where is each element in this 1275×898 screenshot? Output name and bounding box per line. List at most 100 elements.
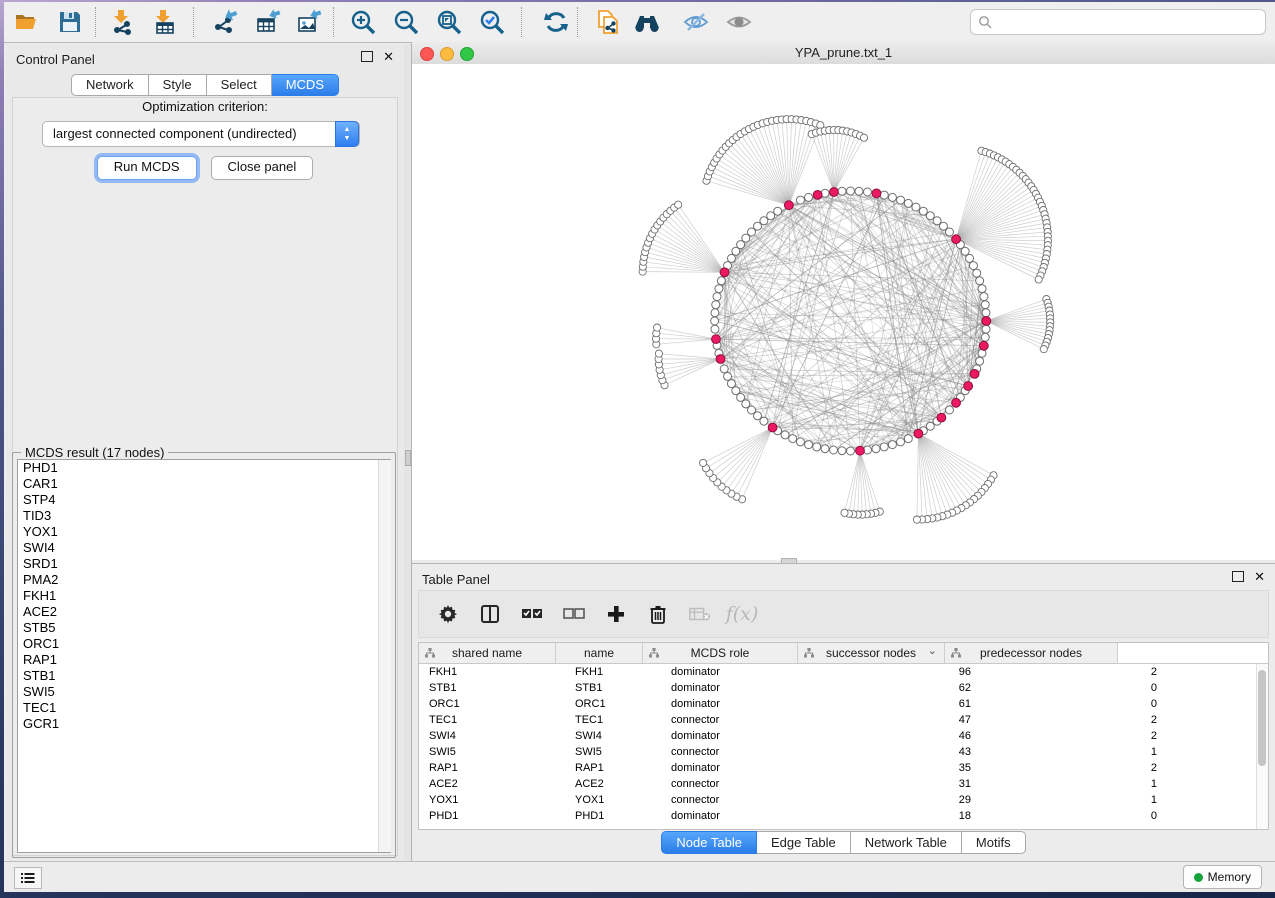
leaf-node[interactable]	[913, 516, 920, 523]
ring-node[interactable]	[715, 285, 723, 293]
network-window-titlebar[interactable]: YPA_prune.txt_1	[412, 42, 1275, 65]
leaf-node[interactable]	[700, 459, 707, 466]
mcds-hub-node[interactable]	[979, 341, 988, 350]
import-table-icon[interactable]	[152, 9, 178, 35]
zoom-out-icon[interactable]	[393, 9, 419, 35]
mcds-hub-node[interactable]	[716, 355, 725, 364]
export-network-icon[interactable]	[212, 9, 238, 35]
ring-node[interactable]	[713, 293, 721, 301]
ring-node[interactable]	[880, 443, 888, 451]
column-header-name[interactable]: name	[556, 643, 643, 663]
ring-node[interactable]	[830, 446, 838, 454]
mcds-result-item[interactable]: STP4	[18, 492, 390, 508]
optimization-criterion-select[interactable]: largest connected component (undirected)…	[42, 121, 360, 147]
tab-network-table[interactable]: Network Table	[851, 831, 962, 854]
import-network-icon[interactable]	[110, 9, 136, 35]
mcds-hub-node[interactable]	[914, 429, 923, 438]
table-row[interactable]: SWI4SWI4dominator462	[419, 728, 1268, 744]
mcds-result-item[interactable]: STB5	[18, 620, 390, 636]
ring-node[interactable]	[969, 262, 977, 270]
float-panel-icon[interactable]	[361, 51, 373, 62]
zoom-selected-icon[interactable]	[479, 9, 505, 35]
column-header-mcds-role[interactable]: MCDS role	[643, 643, 798, 663]
select-all-icon[interactable]	[521, 603, 543, 625]
mcds-result-item[interactable]: ORC1	[18, 636, 390, 652]
ring-node[interactable]	[976, 277, 984, 285]
table-row[interactable]: TEC1TEC1connector472	[419, 712, 1268, 728]
leaf-node[interactable]	[860, 134, 867, 141]
ring-node[interactable]	[821, 445, 829, 453]
mcds-result-item[interactable]: YOX1	[18, 524, 390, 540]
refresh-icon[interactable]	[543, 9, 569, 35]
eye-icon[interactable]	[726, 9, 752, 35]
ring-node[interactable]	[888, 193, 896, 201]
ring-node[interactable]	[919, 207, 927, 215]
ring-node[interactable]	[976, 357, 984, 365]
ring-node[interactable]	[781, 431, 789, 439]
mcds-result-item[interactable]: SRD1	[18, 556, 390, 572]
ring-node[interactable]	[838, 187, 846, 195]
ring-node[interactable]	[973, 269, 981, 277]
mcds-list-scrollbar[interactable]	[378, 460, 391, 852]
ring-node[interactable]	[926, 422, 934, 430]
mcds-result-item[interactable]: ACE2	[18, 604, 390, 620]
tab-mcds[interactable]: MCDS	[272, 74, 339, 96]
tab-edge-table[interactable]: Edge Table	[757, 831, 851, 854]
zoom-in-icon[interactable]	[350, 9, 376, 35]
close-panel-icon[interactable]: ✕	[383, 52, 394, 62]
mcds-result-item[interactable]: CAR1	[18, 476, 390, 492]
tab-network[interactable]: Network	[71, 74, 149, 96]
mcds-hub-node[interactable]	[964, 382, 973, 391]
ring-node[interactable]	[912, 203, 920, 211]
mcds-result-item[interactable]: FKH1	[18, 588, 390, 604]
leaf-node[interactable]	[1040, 346, 1047, 353]
tab-style[interactable]: Style	[149, 74, 207, 96]
ring-node[interactable]	[982, 309, 990, 317]
tab-motifs[interactable]: Motifs	[962, 831, 1026, 854]
mcds-hub-node[interactable]	[937, 413, 946, 422]
close-panel-button[interactable]: Close panel	[211, 156, 314, 180]
table-settings-gear-icon[interactable]	[437, 603, 459, 625]
mcds-hub-node[interactable]	[830, 188, 839, 197]
ring-node[interactable]	[720, 365, 728, 373]
mcds-hub-node[interactable]	[784, 201, 793, 210]
tab-select[interactable]: Select	[207, 74, 272, 96]
ring-node[interactable]	[727, 380, 735, 388]
mcds-result-item[interactable]: SWI5	[18, 684, 390, 700]
table-row[interactable]: PHD1PHD1dominator180	[419, 808, 1268, 824]
save-icon[interactable]	[57, 9, 83, 35]
table-row[interactable]: SWI5SWI5connector431	[419, 744, 1268, 760]
ring-node[interactable]	[717, 277, 725, 285]
mcds-result-item[interactable]: RAP1	[18, 652, 390, 668]
tab-node-table[interactable]: Node Table	[661, 831, 757, 854]
ring-node[interactable]	[897, 438, 905, 446]
ring-node[interactable]	[880, 191, 888, 199]
mcds-hub-node[interactable]	[768, 423, 777, 432]
ring-node[interactable]	[904, 199, 912, 207]
mcds-result-item[interactable]: GCR1	[18, 716, 390, 732]
ring-node[interactable]	[966, 254, 974, 262]
delete-column-trash-icon[interactable]	[647, 603, 669, 625]
ring-node[interactable]	[904, 435, 912, 443]
ring-node[interactable]	[796, 196, 804, 204]
ring-node[interactable]	[760, 217, 768, 225]
ring-node[interactable]	[980, 293, 988, 301]
search-field[interactable]	[970, 9, 1266, 35]
leaf-node[interactable]	[654, 324, 661, 331]
leaf-node[interactable]	[675, 201, 682, 208]
clone-network-icon[interactable]	[596, 9, 622, 35]
table-scrollbar[interactable]	[1256, 664, 1268, 829]
column-header-predecessor-nodes[interactable]: predecessor nodes	[945, 643, 1118, 663]
ring-node[interactable]	[888, 441, 896, 449]
column-header-shared-name[interactable]: shared name	[419, 643, 556, 663]
ring-node[interactable]	[732, 387, 740, 395]
ring-node[interactable]	[863, 188, 871, 196]
ring-node[interactable]	[767, 212, 775, 220]
function-builder-icon[interactable]: f(x)	[731, 603, 753, 625]
table-row[interactable]: STB1STB1dominator620	[419, 680, 1268, 696]
scrollbar-thumb[interactable]	[1258, 670, 1266, 766]
show-columns-icon[interactable]	[479, 603, 501, 625]
table-row[interactable]: ACE2ACE2connector311	[419, 776, 1268, 792]
mcds-hub-node[interactable]	[712, 335, 721, 344]
leaf-node[interactable]	[1035, 276, 1042, 283]
